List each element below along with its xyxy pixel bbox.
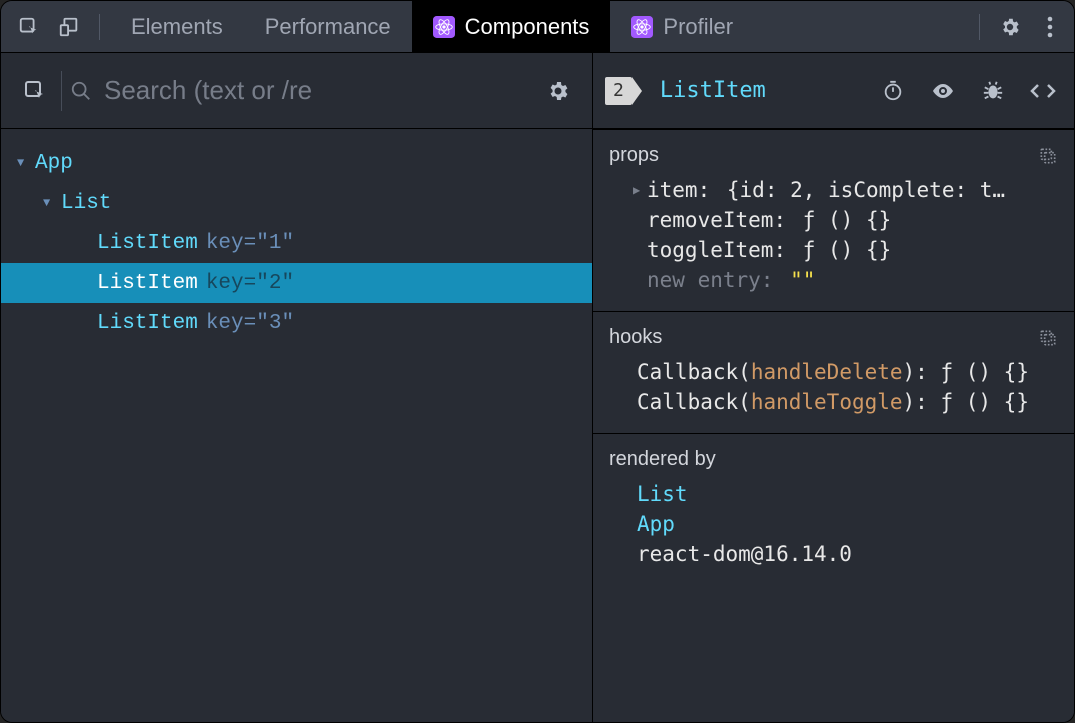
settings-icon[interactable] [990, 1, 1030, 52]
inspect-dom-icon[interactable] [924, 72, 962, 110]
key-value: "1" [256, 232, 294, 255]
key-value: "2" [256, 272, 294, 295]
device-toolbar-icon[interactable] [49, 1, 89, 52]
tree-settings-icon[interactable] [532, 53, 584, 128]
copy-icon[interactable] [1038, 146, 1058, 166]
prop-key: removeItem [647, 208, 773, 232]
tab-label: Components [465, 14, 590, 40]
prop-row[interactable]: ▶ item: {id: 2, isComplete: t… [593, 175, 1074, 205]
prop-value: ƒ () {} [803, 238, 892, 262]
renderer-version: react-dom@16.14.0 [593, 539, 1074, 569]
section-header: rendered by [593, 444, 1074, 479]
key-label: key= [206, 232, 256, 255]
new-entry-label: new entry [647, 268, 761, 292]
prop-key: toggleItem [647, 238, 773, 262]
tree-node-listitem[interactable]: ListItem key="3" [1, 303, 592, 343]
hook-name: handleDelete [751, 360, 903, 384]
search-input[interactable] [104, 75, 532, 106]
copy-icon[interactable] [1038, 328, 1058, 348]
inspector-toolbar: 2 ListItem [593, 53, 1074, 129]
component-name: ListItem [97, 312, 198, 335]
prop-new-entry[interactable]: new entry: "" [593, 265, 1074, 295]
tree-node-app[interactable]: ▼ App [1, 143, 592, 183]
rendered-by-link[interactable]: App [593, 509, 1074, 539]
component-name: ListItem [97, 272, 198, 295]
workspace: ▼ App ▼ List ListItem key="1" ListItem k… [1, 53, 1074, 722]
section-header: hooks [593, 322, 1074, 357]
tab-label: Performance [265, 14, 391, 40]
search-wrap [70, 75, 532, 106]
hook-type: Callback [637, 360, 738, 384]
tree-node-listitem[interactable]: ListItem key="2" [1, 263, 592, 303]
toolbar-separator [61, 71, 62, 111]
component-name: App [35, 152, 73, 175]
tree-node-listitem[interactable]: ListItem key="1" [1, 223, 592, 263]
section-header: props [593, 140, 1074, 175]
key-value: "3" [256, 312, 294, 335]
react-icon [631, 16, 653, 38]
devtools-window: Elements Performance Components Profiler [0, 0, 1075, 723]
key-label: key= [206, 312, 256, 335]
rendered-by-section: rendered by List App react-dom@16.14.0 [593, 433, 1074, 585]
key-label: key= [206, 272, 256, 295]
react-icon [433, 16, 455, 38]
tab-separator [99, 14, 100, 40]
hook-row[interactable]: Callback(handleToggle): ƒ () {} [593, 387, 1074, 417]
tab-separator [979, 14, 980, 40]
tab-elements[interactable]: Elements [110, 1, 244, 52]
hook-value: ƒ () {} [940, 390, 1029, 414]
tab-components[interactable]: Components [412, 1, 611, 52]
tree-node-list[interactable]: ▼ List [1, 183, 592, 223]
tab-performance[interactable]: Performance [244, 1, 412, 52]
search-icon [70, 80, 92, 102]
section-title: hooks [609, 326, 662, 349]
expand-icon[interactable]: ▶ [633, 183, 647, 197]
collapse-icon[interactable]: ▼ [43, 196, 57, 210]
select-component-icon[interactable] [9, 53, 61, 128]
hook-value: ƒ () {} [940, 360, 1029, 384]
prop-row[interactable]: removeItem: ƒ () {} [593, 205, 1074, 235]
collapse-icon[interactable]: ▼ [17, 156, 31, 170]
prop-value: {id: 2, isComplete: t… [727, 178, 1005, 202]
section-title: props [609, 144, 659, 167]
more-icon[interactable] [1030, 1, 1070, 52]
inspector-pane: 2 ListItem props ▶ item: {id: 2, is [593, 53, 1074, 722]
new-entry-value: "" [790, 268, 815, 292]
left-toolbar [1, 53, 592, 129]
props-section: props ▶ item: {id: 2, isComplete: t… rem… [593, 129, 1074, 311]
inspect-element-icon[interactable] [9, 1, 49, 52]
tab-label: Profiler [663, 14, 733, 40]
devtools-tabbar: Elements Performance Components Profiler [1, 1, 1074, 53]
prop-key: item [647, 178, 698, 202]
component-name: ListItem [97, 232, 198, 255]
section-title: rendered by [609, 448, 716, 471]
hook-row[interactable]: Callback(handleDelete): ƒ () {} [593, 357, 1074, 387]
render-count-badge: 2 [605, 77, 632, 105]
component-name: List [61, 192, 111, 215]
component-tree-pane: ▼ App ▼ List ListItem key="1" ListItem k… [1, 53, 593, 722]
tab-profiler[interactable]: Profiler [610, 1, 754, 52]
tab-label: Elements [131, 14, 223, 40]
suspend-icon[interactable] [874, 72, 912, 110]
hook-type: Callback [637, 390, 738, 414]
component-tree: ▼ App ▼ List ListItem key="1" ListItem k… [1, 129, 592, 357]
rendered-by-link[interactable]: List [593, 479, 1074, 509]
hooks-section: hooks Callback(handleDelete): ƒ () {} Ca… [593, 311, 1074, 433]
debug-icon[interactable] [974, 72, 1012, 110]
selected-component-name: ListItem [660, 78, 766, 103]
prop-value: ƒ () {} [803, 208, 892, 232]
hook-name: handleToggle [751, 390, 903, 414]
prop-row[interactable]: toggleItem: ƒ () {} [593, 235, 1074, 265]
view-source-icon[interactable] [1024, 72, 1062, 110]
